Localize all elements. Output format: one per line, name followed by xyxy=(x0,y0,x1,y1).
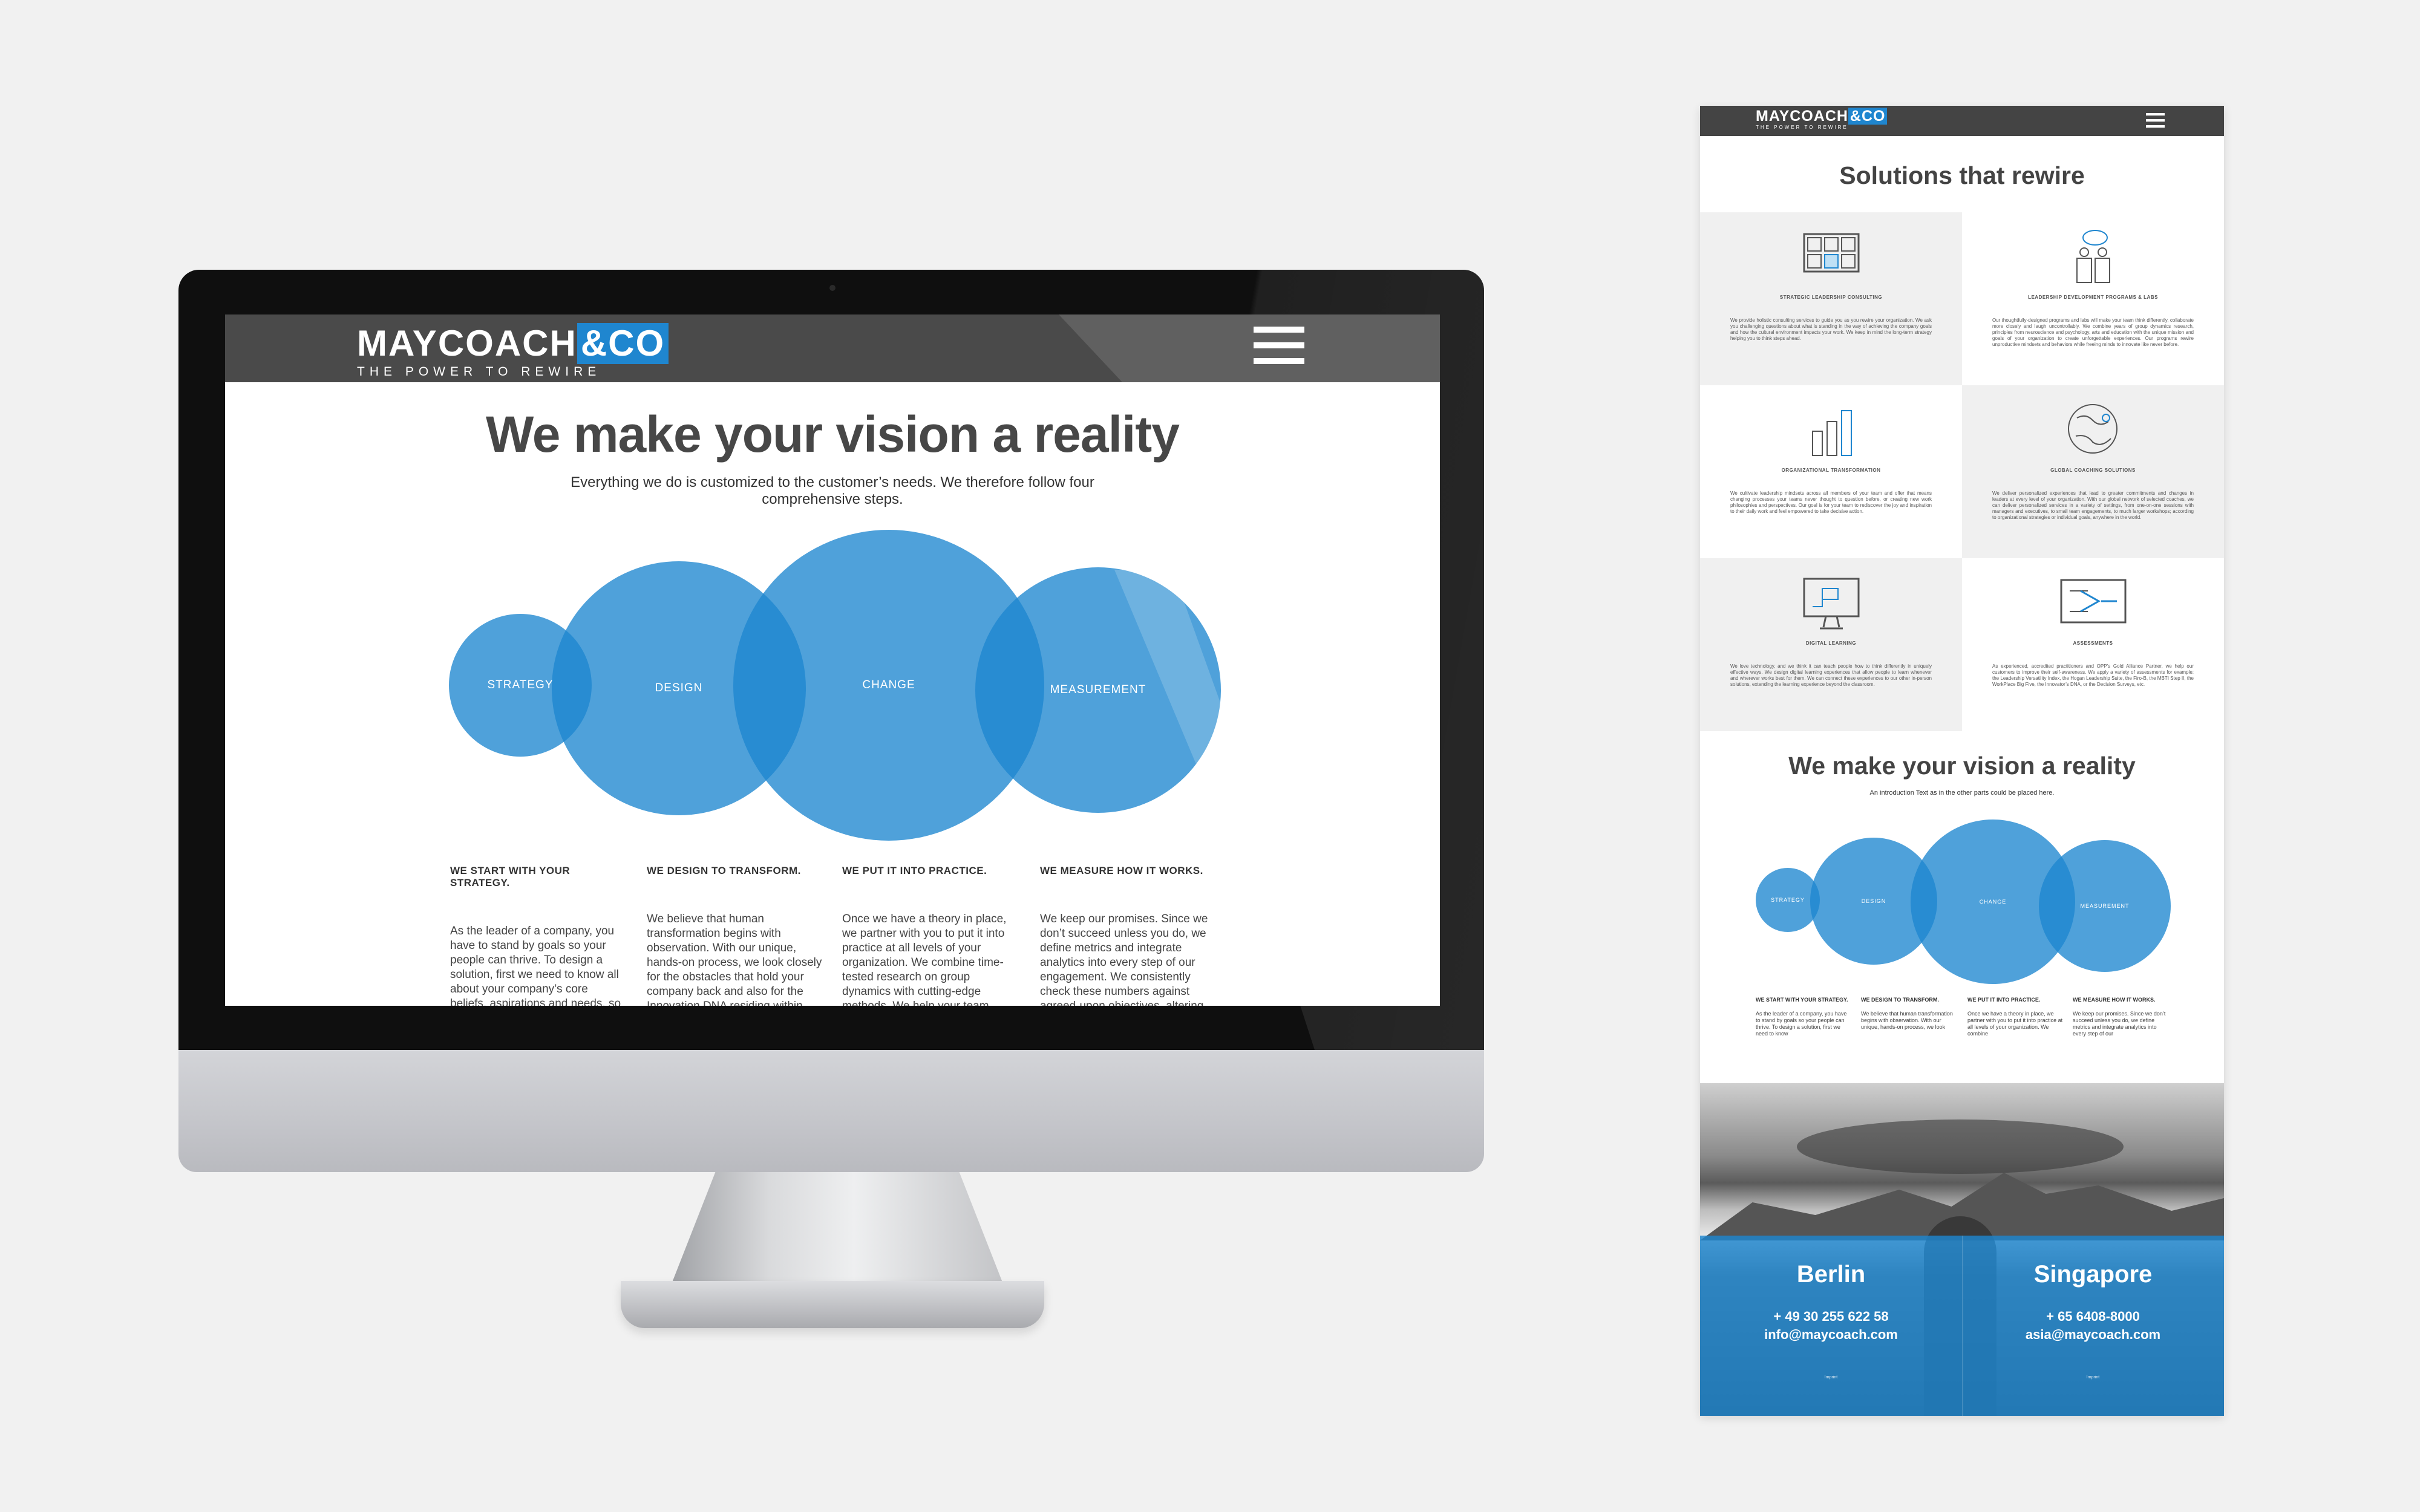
circle-measurement: MEASUREMENT xyxy=(2039,840,2171,972)
step-measurement: WE MEASURE HOW IT WORKS. We keep our pro… xyxy=(1040,865,1215,1006)
step-heading: WE PUT IT INTO PRACTICE. xyxy=(1967,997,2041,1003)
city-name: Singapore xyxy=(2033,1261,2153,1288)
venn-diagram: STRATEGY DESIGN CHANGE MEASUREMENT xyxy=(225,314,1440,1006)
phone-link[interactable]: + 49 30 255 622 58 xyxy=(1700,1309,1962,1325)
step-text: Once we have a theory in place, we partn… xyxy=(1967,1011,2063,1037)
step-design: WE DESIGN TO TRANSFORM. We believe that … xyxy=(647,865,822,1006)
step-text: As the leader of a company, you have to … xyxy=(450,925,621,1006)
camera-dot xyxy=(829,285,836,291)
step-heading: WE MEASURE HOW IT WORKS. xyxy=(2073,997,2156,1003)
mobile-page: MAYCOACH &CO THE POWER TO REWIRE Solution… xyxy=(1700,106,2224,1416)
contact-singapore: Singapore + 65 6408-8000 asia@maycoach.c… xyxy=(1962,1236,2224,1380)
desktop-screen: MAYCOACH &CO THE POWER TO REWIRE We make … xyxy=(225,314,1440,1006)
step-text: As the leader of a company, you have to … xyxy=(1756,1011,1847,1037)
imac-chin xyxy=(178,1050,1484,1172)
step-text: Once we have a theory in place, we partn… xyxy=(842,913,1007,1006)
step-text: We keep our promises. Since we don’t suc… xyxy=(1040,913,1208,1006)
step-heading: WE DESIGN TO TRANSFORM. xyxy=(647,865,801,876)
imac-stand xyxy=(668,1172,1007,1293)
step-text: We believe that human transformation beg… xyxy=(1861,1011,1953,1030)
city-name: Berlin xyxy=(1796,1261,1866,1288)
step-change: WE PUT IT INTO PRACTICE. Once we have a … xyxy=(842,865,1018,1006)
step-heading: WE DESIGN TO TRANSFORM. xyxy=(1861,997,1939,1003)
step-measurement: WE MEASURE HOW IT WORKS. We keep our pro… xyxy=(2073,996,2170,1037)
imprint-link[interactable]: Imprint xyxy=(1700,1375,1962,1380)
step-design: WE DESIGN TO TRANSFORM. We believe that … xyxy=(1861,996,1958,1031)
imac-foot xyxy=(621,1281,1044,1328)
step-heading: WE PUT IT INTO PRACTICE. xyxy=(842,865,987,876)
contact-section: Berlin + 49 30 255 622 58 info@maycoach.… xyxy=(1700,1236,2224,1416)
contact-berlin: Berlin + 49 30 255 622 58 info@maycoach.… xyxy=(1700,1236,1962,1380)
email-link[interactable]: info@maycoach.com xyxy=(1700,1327,1962,1343)
step-heading: WE MEASURE HOW IT WORKS. xyxy=(1040,865,1203,876)
phone-link[interactable]: + 65 6408-8000 xyxy=(1962,1309,2224,1325)
step-heading: WE START WITH YOUR STRATEGY. xyxy=(450,865,571,888)
email-link[interactable]: asia@maycoach.com xyxy=(1962,1327,2224,1343)
step-strategy: WE START WITH YOUR STRATEGY. As the lead… xyxy=(1756,996,1853,1037)
step-heading: WE START WITH YOUR STRATEGY. xyxy=(1756,997,1848,1003)
step-text: We believe that human transformation beg… xyxy=(647,913,822,1006)
step-change: WE PUT IT INTO PRACTICE. Once we have a … xyxy=(1967,996,2064,1037)
step-text: We keep our promises. Since we don’t suc… xyxy=(2073,1011,2166,1037)
imprint-link[interactable]: Imprint xyxy=(1962,1375,2224,1380)
step-strategy: WE START WITH YOUR STRATEGY. As the lead… xyxy=(450,865,626,1006)
